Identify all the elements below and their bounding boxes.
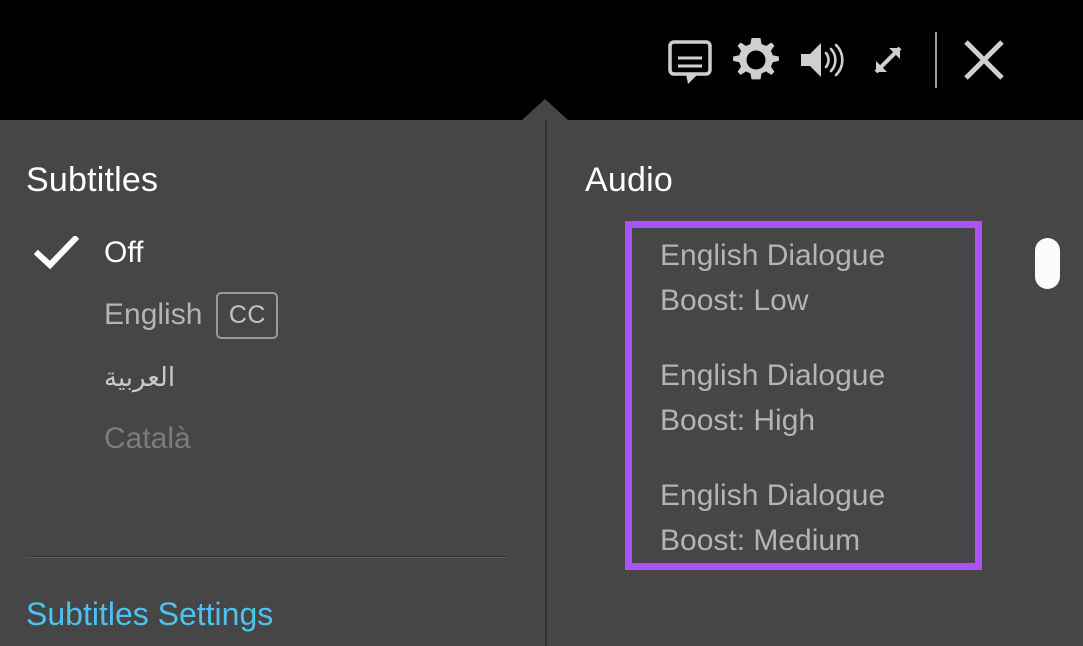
volume-icon bbox=[795, 34, 849, 86]
settings-gear-icon bbox=[730, 34, 782, 86]
fullscreen-expand-icon bbox=[863, 35, 913, 85]
fullscreen-button[interactable] bbox=[855, 27, 921, 93]
subtitles-column: Subtitles Off English CC العربية Català … bbox=[0, 120, 545, 646]
panel-pointer-arrow bbox=[522, 99, 568, 120]
subtitle-option-label: English bbox=[104, 298, 203, 331]
subtitle-option-english[interactable]: English CC bbox=[26, 284, 545, 346]
subtitle-option-arabic[interactable]: العربية bbox=[26, 346, 545, 408]
audio-option-dialogue-boost-medium[interactable]: English Dialogue Boost: Medium bbox=[660, 473, 945, 563]
volume-button[interactable] bbox=[789, 27, 855, 93]
settings-button[interactable] bbox=[723, 27, 789, 93]
subtitle-option-label: Català bbox=[104, 422, 191, 455]
subtitle-option-label: العربية bbox=[104, 362, 176, 392]
audio-option-dialogue-boost-high[interactable]: English Dialogue Boost: High bbox=[660, 353, 945, 443]
panel-scrollbar-thumb[interactable] bbox=[1035, 238, 1060, 289]
toolbar-separator bbox=[935, 32, 937, 88]
close-icon bbox=[956, 32, 1012, 88]
subtitle-option-off[interactable]: Off bbox=[26, 222, 545, 284]
subtitles-option-list: Off English CC العربية Català bbox=[26, 222, 545, 470]
subtitles-divider bbox=[26, 556, 508, 558]
subtitles-icon bbox=[664, 34, 716, 86]
subtitles-heading: Subtitles bbox=[26, 161, 159, 199]
cc-badge: CC bbox=[216, 291, 279, 339]
audio-option-list: English Dialogue Boost: Low English Dial… bbox=[660, 233, 960, 563]
subtitle-option-label: Off bbox=[104, 236, 144, 269]
close-button[interactable] bbox=[951, 27, 1017, 93]
panel-scrollbar-track[interactable] bbox=[1041, 150, 1067, 620]
subtitles-button[interactable] bbox=[657, 27, 723, 93]
subtitle-option-catala[interactable]: Català bbox=[26, 408, 545, 470]
subtitles-settings-link[interactable]: Subtitles Settings bbox=[26, 595, 273, 633]
toolbar-icon-group bbox=[657, 0, 1017, 120]
video-player-overlay: Subtitles Off English CC العربية Català … bbox=[0, 0, 1083, 646]
audio-heading: Audio bbox=[585, 161, 673, 199]
audio-option-dialogue-boost-low[interactable]: English Dialogue Boost: Low bbox=[660, 233, 945, 323]
checkmark-icon bbox=[26, 236, 104, 270]
